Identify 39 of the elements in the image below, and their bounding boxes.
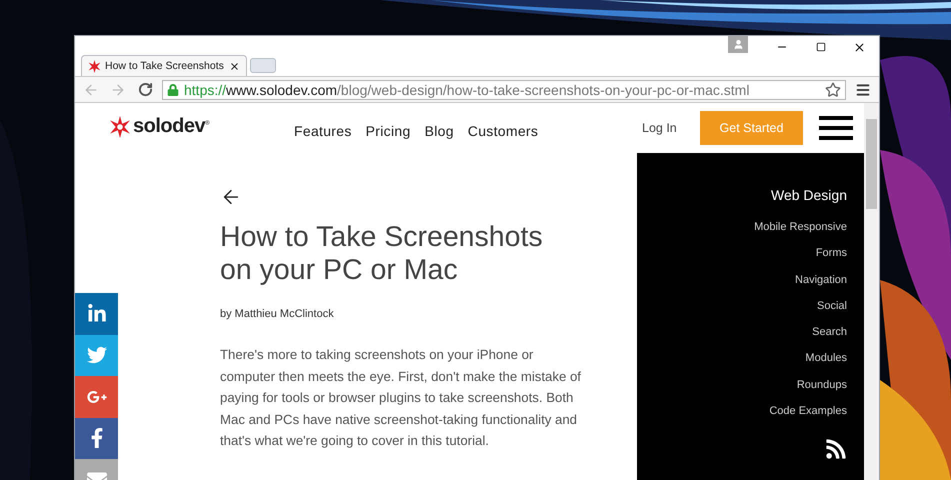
rss-icon[interactable]: [825, 438, 847, 460]
article-paragraph: There's more to taking screenshots on your iPhone or computer then meets the eye. First, don't make the mistake of paying for tools or browser plugins to take screenshots. Both Mac and PCs have native screenshot-taking functionality and that's what we're going to cover in this tutorial.: [220, 346, 582, 450]
person-icon: [732, 39, 744, 50]
brand-name: solodev$^{®}$: [133, 115, 209, 138]
sidebar-heading: Web Design: [770, 187, 847, 203]
reload-icon: [138, 82, 152, 97]
sidebar-link[interactable]: Roundups: [796, 372, 847, 398]
linkedin-icon: [86, 304, 106, 324]
menu-button[interactable]: [819, 116, 853, 140]
browser-tab[interactable]: How to Take Screenshots: [81, 55, 247, 76]
sidebar-link[interactable]: Mobile Responsive: [754, 214, 847, 240]
scrollbar[interactable]: [864, 103, 879, 480]
login-link[interactable]: Log In: [642, 121, 700, 135]
maximize-icon: [816, 42, 826, 52]
menu-icon: [855, 82, 871, 98]
article-title: How to Take Screenshots on your PC or Mac: [220, 221, 544, 287]
nav-link[interactable]: Pricing: [366, 123, 411, 139]
star-icon[interactable]: [825, 82, 841, 98]
logo-icon: [109, 116, 131, 138]
share-button[interactable]: [75, 376, 118, 418]
share-button[interactable]: [75, 418, 118, 459]
close-icon[interactable]: [229, 60, 240, 72]
address-field[interactable]: https://www.solodev.com/blog/web-design/how-to-take-screenshots-on-your-pc-or-mac.stml: [162, 80, 846, 100]
logo-icon: [88, 60, 101, 72]
share-button[interactable]: [75, 293, 118, 334]
bird-icon: [86, 345, 106, 366]
sidebar-link[interactable]: Code Examples: [769, 398, 847, 424]
byline: by Matthieu McClintock: [220, 308, 335, 320]
sidebar-link[interactable]: Navigation: [795, 266, 847, 293]
nav-link[interactable]: Customers: [468, 123, 538, 139]
back-icon: [83, 82, 99, 98]
sidebar-link[interactable]: Modules: [805, 345, 847, 372]
sidebar-link[interactable]: Search: [812, 319, 847, 346]
forward-icon: [110, 82, 126, 98]
sidebar-link[interactable]: Social: [817, 292, 847, 320]
close-icon: [853, 40, 866, 54]
sidebar-link[interactable]: Forms: [816, 240, 847, 267]
nav-link[interactable]: Features: [294, 123, 352, 139]
nav-link[interactable]: Blog: [424, 123, 454, 139]
